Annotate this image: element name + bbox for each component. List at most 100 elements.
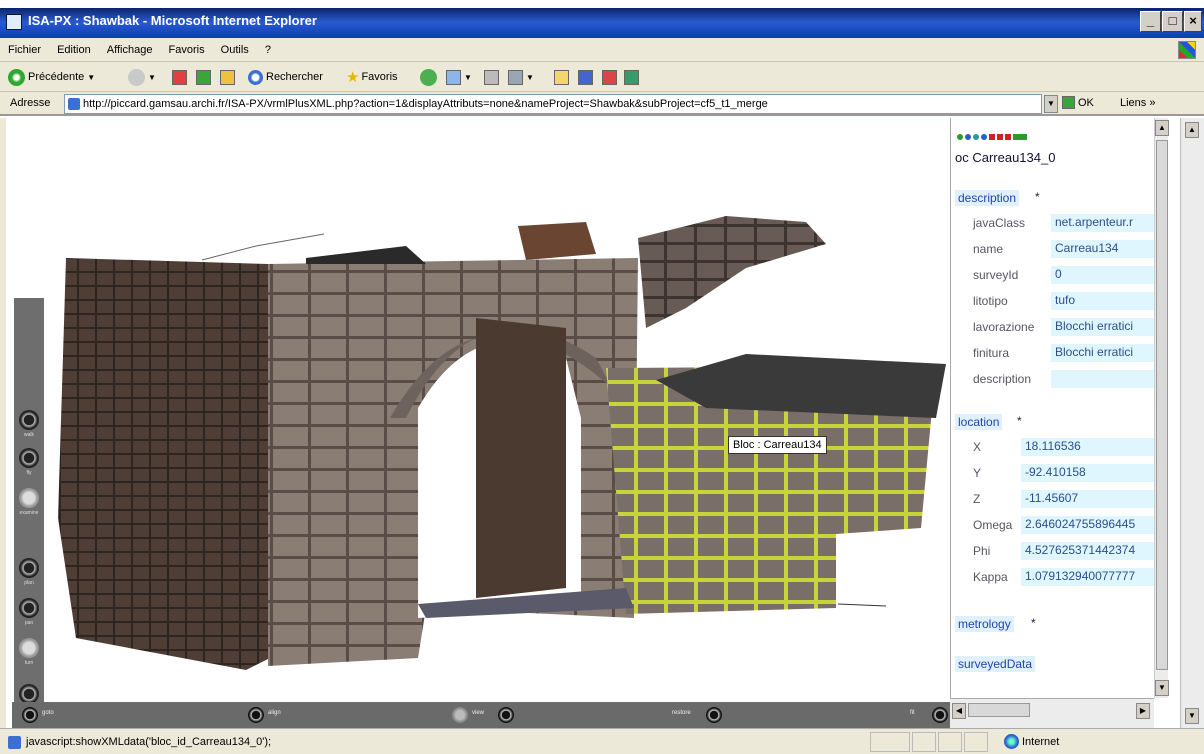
vrml-scene[interactable] xyxy=(6,118,950,702)
attr-value xyxy=(1051,370,1154,388)
fit-icon[interactable] xyxy=(932,707,948,723)
attr-name: Kappa xyxy=(973,570,1008,584)
roll-icon[interactable] xyxy=(19,684,39,704)
search-icon xyxy=(248,69,263,85)
search-button[interactable]: Rechercher xyxy=(248,67,323,87)
menu-edition[interactable]: Edition xyxy=(49,38,96,56)
forward-arrow-icon xyxy=(128,68,145,86)
scroll-up-icon[interactable]: ▲ xyxy=(1185,122,1199,138)
panel-vertical-scrollbar[interactable]: ▲ ▼ xyxy=(1154,118,1169,698)
align-icon[interactable] xyxy=(248,707,264,723)
attr-name: litotipo xyxy=(973,294,1008,308)
attr-value: -11.45607 xyxy=(1021,490,1154,508)
menu-bar: Fichier Edition Affichage Favoris Outils… xyxy=(0,38,1204,62)
scroll-thumb[interactable] xyxy=(1156,140,1168,670)
examine-label: examine xyxy=(19,510,39,516)
color-dots xyxy=(957,134,1027,142)
pan-label: pan xyxy=(24,620,34,626)
home-icon xyxy=(220,69,235,85)
attr-value: net.arpenteur.r xyxy=(1051,214,1154,232)
status-bar: javascript:showXMLdata('bloc_id_Carreau1… xyxy=(0,728,1204,754)
view-next-icon[interactable] xyxy=(498,707,514,723)
attr-value: Blocchi erratici xyxy=(1051,344,1154,362)
scroll-down-icon[interactable]: ▼ xyxy=(1185,708,1199,724)
mail-button[interactable]: ▼ xyxy=(446,67,472,87)
fit-label: fit xyxy=(910,710,915,716)
status-text: javascript:showXMLdata('bloc_id_Carreau1… xyxy=(26,736,272,748)
plan-icon[interactable] xyxy=(19,558,39,578)
folder-button[interactable] xyxy=(554,67,572,87)
attr-value: Carreau134 xyxy=(1051,240,1154,258)
status-cell xyxy=(870,732,910,752)
attr-name: name xyxy=(973,242,1004,256)
messenger-button[interactable] xyxy=(602,67,620,87)
turn-icon[interactable] xyxy=(19,638,39,658)
examine-icon[interactable] xyxy=(19,488,39,508)
maximize-button[interactable]: □ xyxy=(1162,11,1183,32)
turn-label: turn xyxy=(24,660,34,666)
goto-icon[interactable] xyxy=(22,707,38,723)
status-cell xyxy=(964,732,988,752)
inner-passage xyxy=(476,318,566,598)
menu-affichage[interactable]: Affichage xyxy=(99,38,158,56)
menu-favoris[interactable]: Favoris xyxy=(161,38,210,56)
sketch-line-2 xyxy=(837,603,887,607)
favorites-button[interactable]: ★ Favoris xyxy=(346,67,398,87)
history-button[interactable] xyxy=(420,67,440,87)
plan-label: plan xyxy=(24,580,34,586)
links-button[interactable]: Liens » xyxy=(1120,97,1155,109)
pan-icon[interactable] xyxy=(19,598,39,618)
chevron-down-icon: ▼ xyxy=(464,72,472,82)
research-button[interactable] xyxy=(624,67,642,87)
print-button[interactable] xyxy=(484,67,502,87)
vrml-viewer[interactable]: walk fly examine plan pan turn roll goto… xyxy=(0,118,950,728)
page-icon xyxy=(68,98,80,110)
menu-outils[interactable]: Outils xyxy=(213,38,254,56)
scroll-down-icon[interactable]: ▼ xyxy=(1155,680,1169,696)
attr-name: Phi xyxy=(973,544,991,558)
attr-value: 1.079132940077777 xyxy=(1021,568,1154,586)
attr-name: Z xyxy=(973,492,981,506)
viewer-controls: goto align view restore fit xyxy=(12,702,950,728)
page-vertical-scrollbar[interactable]: ▲ ▼ xyxy=(1180,118,1204,728)
history-icon xyxy=(420,68,437,86)
edit-button[interactable]: ▼ xyxy=(508,67,534,87)
address-dropdown-button[interactable]: ▼ xyxy=(1044,95,1058,113)
panel-horizontal-scrollbar[interactable]: ◀ ▶ xyxy=(950,698,1154,728)
scroll-left-icon[interactable]: ◀ xyxy=(952,703,966,719)
scroll-up-icon[interactable]: ▲ xyxy=(1155,120,1169,136)
section-location[interactable]: location xyxy=(955,414,1003,430)
address-label: Adresse xyxy=(10,97,51,109)
section-surveyed-data[interactable]: surveyedData xyxy=(955,656,1036,672)
security-zone[interactable]: Internet xyxy=(1004,734,1059,749)
scroll-thumb[interactable] xyxy=(968,703,1030,717)
align-label: align xyxy=(268,710,281,716)
close-button[interactable]: × xyxy=(1184,11,1202,32)
back-arrow-icon xyxy=(8,68,25,86)
dot-icon xyxy=(973,134,979,140)
forward-button[interactable]: ▼ xyxy=(128,67,156,87)
top-rubble xyxy=(306,246,426,264)
goto-label: goto xyxy=(42,710,54,716)
view-prev-icon[interactable] xyxy=(452,707,468,723)
refresh-button[interactable] xyxy=(196,67,214,87)
minimize-button[interactable]: _ xyxy=(1140,11,1161,32)
section-description[interactable]: description xyxy=(955,190,1020,206)
windows-flag-icon xyxy=(1178,41,1196,59)
restore-icon[interactable] xyxy=(706,707,722,723)
menu-help[interactable]: ? xyxy=(257,38,276,56)
section-metrology[interactable]: metrology xyxy=(955,616,1014,632)
sketch-line xyxy=(201,233,325,261)
back-button[interactable]: Précédente ▼ xyxy=(8,67,95,87)
attr-name: javaClass xyxy=(973,216,1026,230)
address-input[interactable]: http://piccard.gamsau.archi.fr/ISA-PX/vr… xyxy=(64,94,1042,114)
home-button[interactable] xyxy=(220,67,238,87)
menu-fichier[interactable]: Fichier xyxy=(0,38,46,56)
stop-button[interactable] xyxy=(172,67,190,87)
fly-icon[interactable] xyxy=(19,448,39,468)
scroll-right-icon[interactable]: ▶ xyxy=(1136,703,1150,719)
go-button[interactable]: OK xyxy=(1062,96,1094,109)
fly-label: fly xyxy=(26,470,32,476)
discuss-button[interactable] xyxy=(578,67,596,87)
walk-icon[interactable] xyxy=(19,410,39,430)
